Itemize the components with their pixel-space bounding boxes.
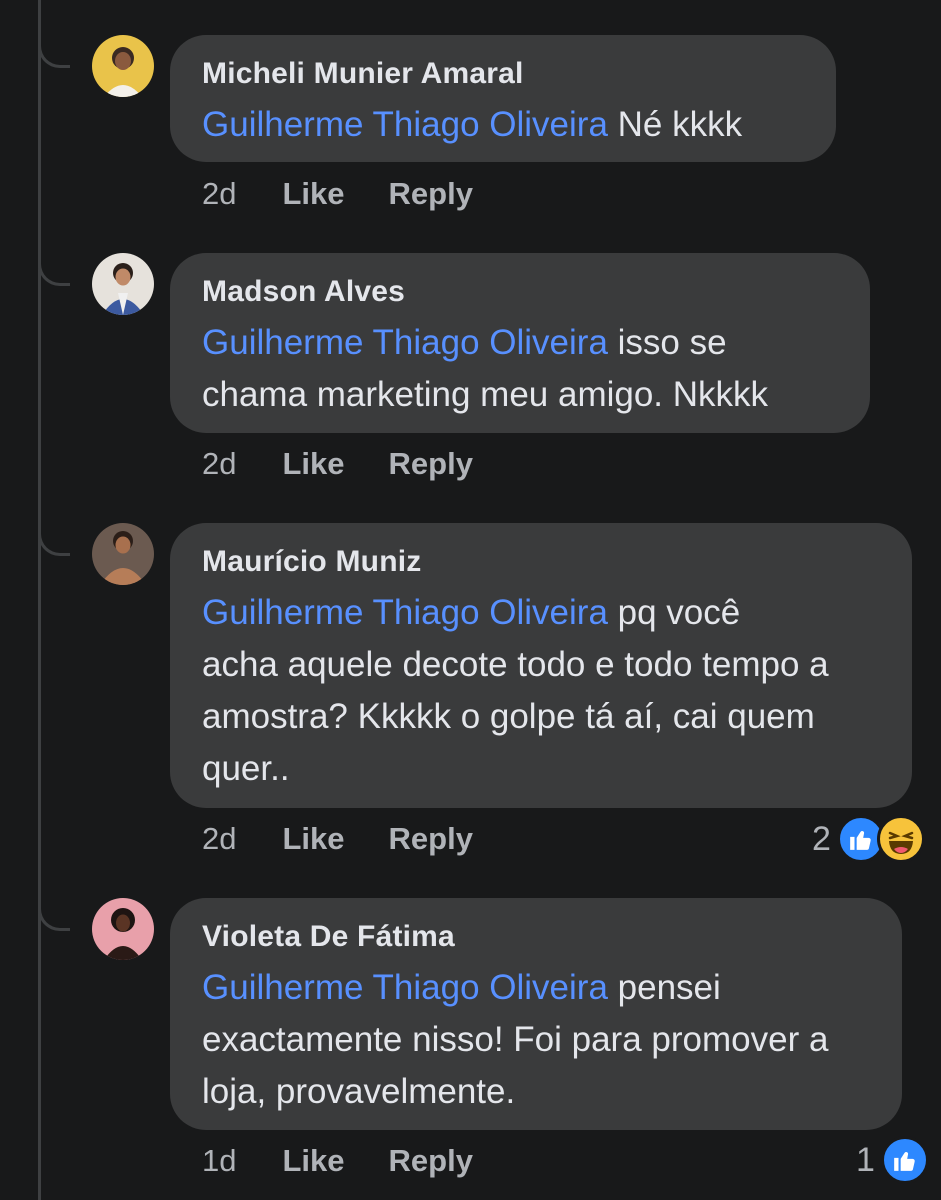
comment-text: Guilherme Thiago Oliveira pensei exactam… xyxy=(202,962,870,1118)
comment-body: isso se xyxy=(607,323,727,362)
comment-author[interactable]: Micheli Munier Amaral xyxy=(202,55,804,93)
reply-connector xyxy=(38,42,70,68)
reply-button[interactable]: Reply xyxy=(389,446,473,482)
mention-link[interactable]: Guilherme Thiago Oliveira xyxy=(202,105,608,144)
avatar[interactable] xyxy=(92,35,154,97)
comment-timestamp[interactable]: 2d xyxy=(202,821,236,857)
like-reaction-icon xyxy=(880,1136,929,1184)
like-button[interactable]: Like xyxy=(282,446,344,482)
haha-reaction-icon xyxy=(876,815,925,863)
reaction-summary[interactable]: 1 xyxy=(856,1136,929,1184)
mention-link[interactable]: Guilherme Thiago Oliveira xyxy=(202,968,608,1007)
reply-connector xyxy=(38,530,70,556)
thread-line xyxy=(38,0,41,1200)
comment-author[interactable]: Violeta De Fátima xyxy=(202,918,870,956)
reply-connector xyxy=(38,260,70,286)
reply-button[interactable]: Reply xyxy=(389,1143,473,1179)
comment-timestamp[interactable]: 2d xyxy=(202,446,236,482)
comment-body: pensei xyxy=(607,968,721,1007)
comment-body-continued: acha aquele decote todo e todo tempo a a… xyxy=(202,645,829,788)
reply-button[interactable]: Reply xyxy=(389,176,473,212)
reply-connector xyxy=(38,905,70,931)
comment-text: Guilherme Thiago Oliveira isso se chama … xyxy=(202,317,838,421)
comment-body-continued: exactamente nisso! Foi para promover a l… xyxy=(202,1020,829,1111)
reaction-summary[interactable]: 2 xyxy=(812,815,925,863)
comment-actions: 2d Like Reply xyxy=(202,821,517,857)
comment-bubble: Madson Alves Guilherme Thiago Oliveira i… xyxy=(170,253,870,433)
like-button[interactable]: Like xyxy=(282,821,344,857)
avatar[interactable] xyxy=(92,898,154,960)
reaction-count: 1 xyxy=(856,1140,875,1179)
comment-actions: 1d Like Reply xyxy=(202,1143,517,1179)
reaction-count: 2 xyxy=(812,819,831,858)
comment-timestamp[interactable]: 1d xyxy=(202,1143,236,1179)
mention-link[interactable]: Guilherme Thiago Oliveira xyxy=(202,323,608,362)
comment-bubble: Violeta De Fátima Guilherme Thiago Olive… xyxy=(170,898,902,1130)
comment-body-continued: chama marketing meu amigo. Nkkkk xyxy=(202,375,769,414)
avatar-image xyxy=(92,35,154,97)
like-button[interactable]: Like xyxy=(282,176,344,212)
comment-actions: 2d Like Reply xyxy=(202,446,517,482)
comment-actions: 2d Like Reply xyxy=(202,176,517,212)
avatar-image xyxy=(92,523,154,585)
comment-timestamp[interactable]: 2d xyxy=(202,176,236,212)
avatar[interactable] xyxy=(92,523,154,585)
comment-body: Né kkkk xyxy=(607,105,743,144)
like-button[interactable]: Like xyxy=(282,1143,344,1179)
avatar-image xyxy=(92,253,154,315)
comment-author[interactable]: Maurício Muniz xyxy=(202,543,880,581)
reply-button[interactable]: Reply xyxy=(389,821,473,857)
comment-bubble: Maurício Muniz Guilherme Thiago Oliveira… xyxy=(170,523,912,808)
comment-text: Guilherme Thiago Oliveira Né kkkk xyxy=(202,99,804,151)
mention-link[interactable]: Guilherme Thiago Oliveira xyxy=(202,593,608,632)
comment-body: pq você xyxy=(607,593,741,632)
comment-bubble: Micheli Munier Amaral Guilherme Thiago O… xyxy=(170,35,836,162)
comment-author[interactable]: Madson Alves xyxy=(202,273,838,311)
comment-text: Guilherme Thiago Oliveira pq você acha a… xyxy=(202,587,880,795)
avatar-image xyxy=(92,898,154,960)
avatar[interactable] xyxy=(92,253,154,315)
